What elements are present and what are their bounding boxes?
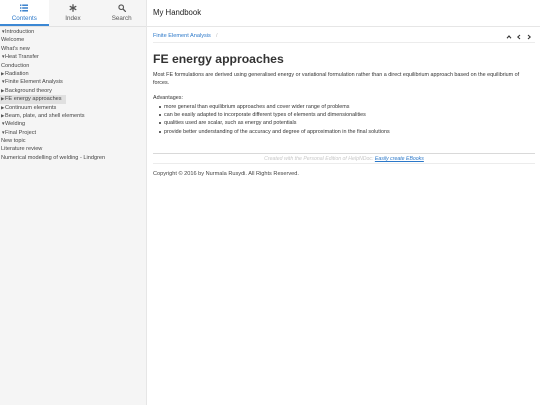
tab-index[interactable]: Index	[49, 0, 98, 26]
tab-search-label: Search	[111, 15, 132, 22]
caret-right-icon[interactable]: ▶	[1, 87, 4, 95]
footer-divider-lower	[153, 163, 535, 164]
contents-list-icon	[20, 3, 29, 13]
toc-item[interactable]: What's new	[0, 45, 146, 53]
intro-paragraph: Most FE formulations are derived using g…	[153, 72, 520, 86]
toc-item-label: Literature review	[1, 146, 43, 153]
chevron-up-icon	[506, 34, 511, 39]
chevron-right-icon	[527, 34, 531, 39]
breadcrumb[interactable]: Finite Element Analysis	[153, 33, 211, 39]
toc-item[interactable]: ▼ Welding	[0, 120, 146, 128]
toc-item[interactable]: New topic	[0, 137, 146, 145]
toc-item[interactable]: ▼ Heat Transfer	[0, 53, 146, 61]
toc-item-label: Background theory	[5, 87, 52, 94]
copyright-text: Copyright © 2016 by Nurmala Rusydi. All …	[153, 171, 299, 177]
toc-item[interactable]: ▼ Introduction	[0, 28, 146, 36]
toc-item[interactable]: ▼ Finite Element Analysis	[0, 78, 146, 86]
advantages-list: more general than equilibrium approaches…	[159, 103, 390, 136]
sidebar-tabs: Contents Index Search	[0, 0, 146, 27]
toc-item-label: Radiation	[5, 70, 29, 77]
toc-item[interactable]: Literature review	[0, 145, 146, 153]
header-bar: My Handbook	[147, 0, 540, 27]
list-item: more general than equilibrium approaches…	[159, 103, 390, 111]
toc-item-label: Finite Element Analysis	[5, 79, 63, 86]
toc-item[interactable]: ▶ Continuum elements	[0, 104, 146, 112]
caret-right-icon[interactable]: ▶	[1, 104, 4, 112]
created-with-note: Created with the Personal Edition of Hel…	[153, 156, 535, 162]
toc-item-label: Final Project	[5, 129, 37, 136]
tab-contents[interactable]: Contents	[0, 0, 49, 26]
toc-item-label: Heat Transfer	[5, 54, 39, 61]
create-ebooks-link[interactable]: Easily create EBooks	[375, 156, 424, 162]
toc-item[interactable]: Welcome	[0, 36, 146, 44]
toc-item-label: New topic	[1, 138, 26, 145]
index-asterisk-icon	[69, 3, 77, 13]
toc-item-label: Conduction	[1, 62, 30, 69]
toc-item[interactable]: ▶ Background theory	[0, 87, 146, 95]
toc-item[interactable]: ▶ FE energy approaches	[0, 95, 66, 104]
list-item: qualities used are scalar, such as energ…	[159, 119, 390, 127]
toc-item-label: Welcome	[1, 37, 25, 44]
breadcrumb-bar: Finite Element Analysis /	[153, 31, 535, 43]
toc-item-label: Beam, plate, and shell elements	[5, 112, 85, 119]
tab-search[interactable]: Search	[97, 0, 146, 26]
search-icon	[118, 3, 126, 13]
toc-item[interactable]: Numerical modelling of welding - Lindgre…	[0, 154, 146, 162]
tab-contents-label: Contents	[11, 15, 37, 22]
app-title: My Handbook	[153, 8, 202, 17]
toc-item-label: What's new	[1, 45, 30, 52]
caret-right-icon[interactable]: ▶	[1, 70, 4, 78]
toc-item-label: Introduction	[5, 29, 35, 35]
nav-previous-button[interactable]	[514, 32, 523, 41]
footer-divider	[153, 153, 535, 154]
list-item: provide better understanding of the accu…	[159, 128, 390, 135]
toc-item[interactable]: ▶ Radiation	[0, 70, 146, 78]
table-of-contents: ▼ Introduction Welcome What's new ▼ Heat Tran…	[0, 27, 146, 162]
toc-item-label: Numerical modelling of welding - Lindgre…	[1, 154, 106, 161]
toc-item[interactable]: Conduction	[0, 62, 146, 70]
toc-item-label: FE energy approaches	[5, 96, 62, 103]
caret-right-icon[interactable]: ▶	[1, 95, 4, 103]
toc-item[interactable]: ▼ Final Project	[0, 129, 146, 137]
tab-index-label: Index	[65, 15, 81, 22]
nav-next-button[interactable]	[524, 32, 533, 41]
created-with-text: Created with the Personal Edition of Hel…	[264, 156, 374, 162]
nav-up-button[interactable]	[504, 32, 513, 41]
breadcrumb-separator: /	[216, 33, 218, 39]
sidebar: Contents Index Search ▼ Introduction Welco…	[0, 0, 147, 405]
toc-item-label: Continuum elements	[5, 104, 57, 111]
caret-right-icon[interactable]: ▶	[1, 112, 4, 120]
list-item: can be easily adapted to incorporate dif…	[159, 111, 390, 119]
advantages-label: Advantages:	[153, 95, 183, 101]
chevron-left-icon	[516, 34, 520, 39]
toc-item-label: Welding	[5, 121, 26, 128]
page-title: FE energy approaches	[153, 52, 284, 66]
toc-item[interactable]: ▶ Beam, plate, and shell elements	[0, 112, 146, 120]
